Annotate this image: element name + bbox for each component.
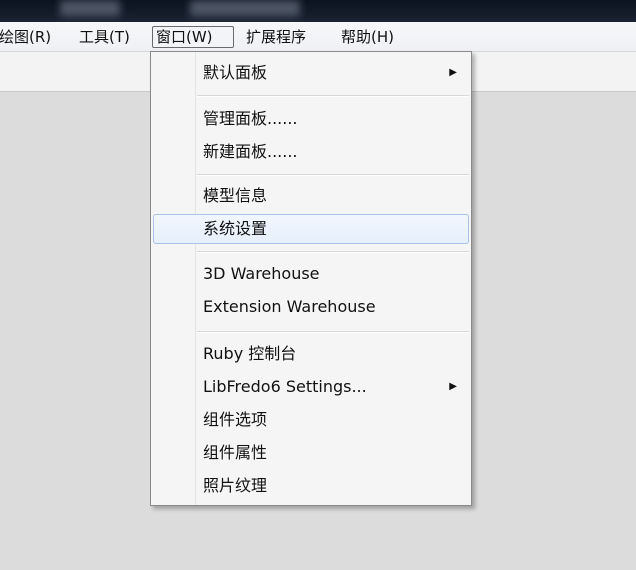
menu-item-label: 默认面板 bbox=[203, 63, 268, 82]
menu-tools[interactable]: 工具(T) bbox=[76, 26, 133, 48]
menu-separator bbox=[197, 251, 469, 253]
menu-window[interactable]: 窗口(W) bbox=[152, 26, 234, 48]
menu-item-extension-warehouse[interactable]: Extension Warehouse bbox=[153, 292, 469, 322]
menu-item-label: Extension Warehouse bbox=[203, 297, 376, 316]
menu-extensions[interactable]: 扩展程序 bbox=[243, 26, 309, 48]
menu-item-component-options[interactable]: 组件选项 bbox=[153, 405, 469, 435]
window-menu-dropdown: 默认面板 ▶ 管理面板...... 新建面板...... 模型信息 系统设置 3… bbox=[150, 51, 472, 506]
menu-item-label: 组件选项 bbox=[203, 410, 268, 429]
menu-item-label: LibFredo6 Settings... bbox=[203, 377, 367, 396]
menu-item-component-attributes[interactable]: 组件属性 bbox=[153, 438, 469, 468]
menu-item-3d-warehouse[interactable]: 3D Warehouse bbox=[153, 259, 469, 289]
title-bar-blur bbox=[60, 0, 120, 16]
menu-item-label: Ruby 控制台 bbox=[203, 344, 297, 363]
menu-item-ruby-console[interactable]: Ruby 控制台 bbox=[153, 339, 469, 369]
menu-item-label: 系统设置 bbox=[203, 219, 268, 238]
menu-item-label: 组件属性 bbox=[203, 443, 268, 462]
menu-item-manage-panels[interactable]: 管理面板...... bbox=[153, 104, 469, 134]
submenu-arrow-icon: ▶ bbox=[449, 67, 457, 78]
title-bar-blur bbox=[190, 0, 300, 16]
menu-item-model-info[interactable]: 模型信息 bbox=[153, 181, 469, 211]
window-title-bar bbox=[0, 0, 636, 22]
menu-item-label: 模型信息 bbox=[203, 186, 268, 205]
menu-item-label: 新建面板...... bbox=[203, 142, 298, 161]
menu-item-libfredo6-settings[interactable]: LibFredo6 Settings... ▶ bbox=[153, 372, 469, 402]
menu-draw[interactable]: 绘图(R) bbox=[0, 26, 54, 48]
menu-item-new-panel[interactable]: 新建面板...... bbox=[153, 137, 469, 167]
menu-item-photo-textures[interactable]: 照片纹理 bbox=[153, 471, 469, 501]
menu-item-preferences[interactable]: 系统设置 bbox=[153, 214, 469, 244]
menu-item-label: 管理面板...... bbox=[203, 109, 298, 128]
menu-separator bbox=[197, 331, 469, 333]
menu-separator bbox=[197, 95, 469, 97]
menu-separator bbox=[197, 174, 469, 176]
submenu-arrow-icon: ▶ bbox=[449, 381, 457, 392]
menu-help[interactable]: 帮助(H) bbox=[338, 26, 397, 48]
menu-item-default-panels[interactable]: 默认面板 ▶ bbox=[153, 58, 469, 88]
menu-bar: 绘图(R) 工具(T) 窗口(W) 扩展程序 帮助(H) bbox=[0, 22, 636, 52]
menu-item-label: 3D Warehouse bbox=[203, 264, 320, 283]
menu-item-label: 照片纹理 bbox=[203, 476, 268, 495]
